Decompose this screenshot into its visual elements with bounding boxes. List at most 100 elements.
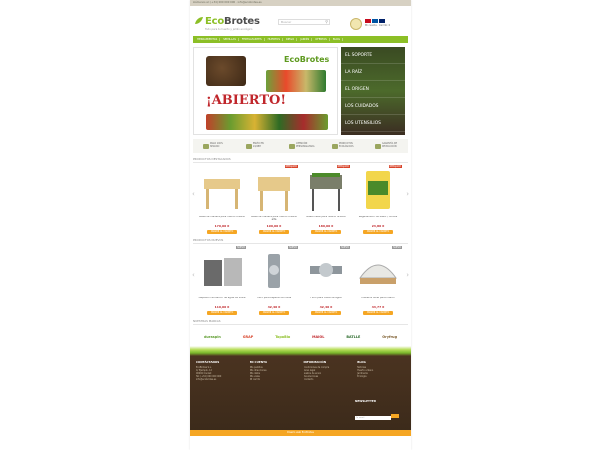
nav-item[interactable]: BLOG bbox=[331, 38, 344, 41]
grass-divider bbox=[190, 346, 411, 356]
product-name[interactable]: Filtro para bajante de lluvia bbox=[250, 297, 298, 304]
nav-item[interactable]: HUERTOS bbox=[266, 38, 283, 41]
brand-logo[interactable]: GRAP bbox=[243, 335, 254, 339]
search-icon[interactable]: ⚲ bbox=[325, 20, 328, 24]
leaf-logo-icon bbox=[195, 17, 203, 24]
product-card[interactable]: NUEVO Filtro para caída de agua 42,40 € … bbox=[302, 246, 350, 315]
product-image[interactable]: REBAJADO bbox=[354, 165, 402, 215]
flag-es-icon[interactable] bbox=[365, 19, 371, 23]
product-card[interactable]: NUEVO Cubierta túnel para huerto 44,77 €… bbox=[354, 246, 402, 315]
product-card[interactable]: REBAJADO Mesa metal para huerto urbano 1… bbox=[302, 165, 350, 234]
new-title: PRODUCTOS NUEVOS bbox=[193, 238, 408, 244]
nav-item[interactable]: HERRAMIENTAS bbox=[195, 38, 221, 41]
product-image[interactable]: REBAJADO bbox=[250, 165, 298, 215]
nav-item[interactable]: OFERTAS bbox=[313, 38, 330, 41]
brand-logo[interactable]: MAIOL bbox=[312, 335, 324, 339]
left-margin bbox=[0, 0, 190, 450]
product-name[interactable]: Filtro para caída de agua bbox=[302, 297, 350, 304]
site-footer: CONTÁCTANOS EcoBrotes S.L. C/ Ejemplo, 1… bbox=[190, 356, 411, 436]
add-to-cart-button[interactable]: AÑADIR AL CARRITO bbox=[311, 311, 341, 315]
account-box[interactable]: Mi cuenta · Carrito: 0 bbox=[365, 19, 405, 27]
sale-ribbon: REBAJADO bbox=[336, 165, 350, 168]
hero-banner: EcoBrotes ¡ABIERTO! EL SOPORTE LA RAÍZ E… bbox=[193, 47, 408, 135]
add-to-cart-button[interactable]: AÑADIR AL CARRITO bbox=[363, 230, 393, 234]
search-input[interactable]: Buscar ⚲ bbox=[278, 19, 330, 25]
product-price: 24,80 € bbox=[371, 224, 385, 228]
newsletter-email-input[interactable]: Tu email bbox=[355, 416, 391, 420]
hero-side-menu: EL SOPORTE LA RAÍZ EL ORIGEN LOS CUIDADO… bbox=[341, 47, 405, 135]
product-image[interactable]: NUEVO bbox=[198, 246, 246, 296]
hero-side-item[interactable]: EL ORIGEN bbox=[341, 81, 405, 98]
product-image[interactable]: NUEVO bbox=[302, 246, 350, 296]
product-name[interactable]: Mesa de madera para huerto urbano bbox=[198, 216, 246, 223]
add-to-cart-button[interactable]: AÑADIR AL CARRITO bbox=[259, 311, 289, 315]
nav-item[interactable]: JARDÍN bbox=[298, 38, 313, 41]
brand-logo[interactable]: duraspin bbox=[204, 335, 221, 339]
nav-item[interactable]: SEMILLAS bbox=[221, 38, 239, 41]
flag-fr-icon[interactable] bbox=[372, 19, 378, 23]
feature-item: ENVÍO EN 24/48H bbox=[246, 143, 269, 149]
hero-headline: ¡ABIERTO! bbox=[206, 93, 287, 108]
product-image[interactable]: NUEVO bbox=[354, 246, 402, 296]
product-name[interactable]: Mesa de madera para huerto urbano alta bbox=[250, 216, 298, 223]
product-card[interactable]: NUEVO Depósito recolector de agua de llu… bbox=[198, 246, 246, 315]
site-header: EcoBrotes Todo para tu huerto y jardín e… bbox=[190, 6, 411, 36]
account-text[interactable]: Mi cuenta · Carrito: 0 bbox=[365, 24, 405, 27]
hero-slide[interactable]: EcoBrotes ¡ABIERTO! bbox=[193, 47, 338, 135]
brands-title: NUESTRAS MARCAS bbox=[193, 319, 408, 325]
product-image[interactable] bbox=[198, 165, 246, 215]
chevron-left-icon[interactable]: ‹ bbox=[192, 190, 195, 198]
featured-carousel: ‹ Mesa de madera para huerto urbano 179,… bbox=[192, 165, 409, 234]
new-ribbon: NUEVO bbox=[340, 246, 350, 249]
chevron-left-icon[interactable]: ‹ bbox=[192, 271, 195, 279]
product-name[interactable]: Depósito recolector de agua de lluvia bbox=[198, 297, 246, 304]
nav-item[interactable]: RIEGO bbox=[284, 38, 298, 41]
site-logo[interactable]: EcoBrotes bbox=[205, 16, 260, 27]
product-card[interactable]: REBAJADO Regenerador de suelo / humus 24… bbox=[354, 165, 402, 234]
flag-en-icon[interactable] bbox=[379, 19, 385, 23]
brand-logo[interactable]: TopoBio bbox=[275, 335, 290, 339]
nav-item[interactable]: FERTILIZANTES bbox=[240, 38, 265, 41]
quality-seal-icon bbox=[350, 18, 362, 30]
hero-side-item[interactable]: LOS CUIDADOS bbox=[341, 98, 405, 115]
newsletter-submit-button[interactable] bbox=[391, 414, 399, 418]
add-to-cart-button[interactable]: AÑADIR AL CARRITO bbox=[207, 311, 237, 315]
product-price: 119,00 € bbox=[214, 305, 230, 309]
featured-title: PRODUCTOS DESTACADOS bbox=[193, 157, 408, 163]
hero-side-item[interactable]: EL SOPORTE bbox=[341, 47, 405, 64]
footer-account: MI CUENTA Mis pedidos Mis direcciones Mi… bbox=[250, 360, 298, 432]
hero-logo: EcoBrotes bbox=[284, 55, 330, 64]
product-image[interactable]: REBAJADO bbox=[302, 165, 350, 215]
chevron-right-icon[interactable]: › bbox=[406, 271, 409, 279]
brand-logo[interactable]: Oryfrug bbox=[382, 335, 397, 339]
product-name[interactable]: Cubierta túnel para huerto bbox=[354, 297, 402, 304]
hero-side-item[interactable]: LA RAÍZ bbox=[341, 64, 405, 81]
new-ribbon: NUEVO bbox=[288, 246, 298, 249]
footer-link[interactable]: Mi carrito bbox=[250, 378, 298, 381]
product-price: 199,00 € bbox=[266, 224, 282, 228]
product-price: 44,77 € bbox=[371, 305, 385, 309]
footer-link[interactable]: Ecología bbox=[357, 375, 405, 378]
product-price: 42,40 € bbox=[267, 305, 281, 309]
product-card[interactable]: Mesa de madera para huerto urbano 179,00… bbox=[198, 165, 246, 234]
brand-logo[interactable]: BATLLE bbox=[346, 335, 360, 339]
features-bar: PAGO 100% SEGURO ENVÍO EN 24/48H ATENCIÓ… bbox=[193, 139, 408, 153]
product-card[interactable]: REBAJADO Mesa de madera para huerto urba… bbox=[250, 165, 298, 234]
add-to-cart-button[interactable]: AÑADIR AL CARRITO bbox=[259, 230, 289, 234]
add-to-cart-button[interactable]: AÑADIR AL CARRITO bbox=[311, 230, 341, 234]
add-to-cart-button[interactable]: AÑADIR AL CARRITO bbox=[363, 311, 393, 315]
footer-link[interactable]: Contacto bbox=[304, 378, 352, 381]
product-name[interactable]: Mesa metal para huerto urbano bbox=[302, 216, 350, 223]
add-to-cart-button[interactable]: AÑADIR AL CARRITO bbox=[207, 230, 237, 234]
feature-item: PRODUCTOS ECOLÓGICOS bbox=[332, 143, 355, 149]
product-image[interactable]: NUEVO bbox=[250, 246, 298, 296]
product-card[interactable]: NUEVO Filtro para bajante de lluvia 42,4… bbox=[250, 246, 298, 315]
product-name[interactable]: Regenerador de suelo / humus bbox=[354, 216, 402, 223]
chevron-right-icon[interactable]: › bbox=[406, 190, 409, 198]
support-icon bbox=[289, 143, 295, 149]
hero-side-item[interactable]: LOS UTENSILIOS bbox=[341, 115, 405, 132]
store-page: Llámenos al: (+34) 000 000 000 · info@ec… bbox=[190, 0, 411, 450]
product-price: 179,00 € bbox=[214, 224, 230, 228]
feature-item: ATENCIÓN PERSONALIZADA bbox=[289, 143, 314, 149]
site-tagline: Todo para tu huerto y jardín ecológico bbox=[205, 28, 253, 31]
